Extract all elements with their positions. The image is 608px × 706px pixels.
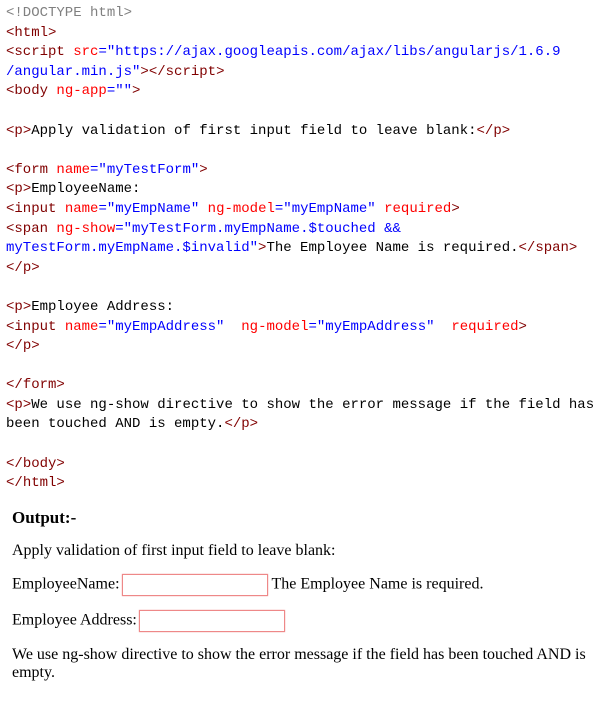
code-attr: name <box>48 162 90 178</box>
code-attr-val: ="myEmpAddress" <box>98 319 224 335</box>
code-tag-p: p <box>14 123 22 139</box>
output-heading: Output:- <box>12 508 598 528</box>
code-attr: ng-model <box>199 201 275 217</box>
code-tag-p: p <box>14 397 22 413</box>
code-tag-form: form <box>23 377 57 393</box>
code-token: </ <box>224 416 241 432</box>
code-token: </ <box>477 123 494 139</box>
output-paragraph-intro: Apply validation of first input field to… <box>12 542 598 560</box>
code-token: > <box>132 83 140 99</box>
code-text: The Employee Name is required. <box>266 240 518 256</box>
code-token: > <box>250 416 258 432</box>
code-token: > <box>23 181 31 197</box>
code-tag-span: span <box>535 240 569 256</box>
code-token: </ <box>6 475 23 491</box>
code-tag-html: html <box>23 475 57 491</box>
code-tag-p: p <box>14 181 22 197</box>
code-attr: name <box>56 201 98 217</box>
code-attr: ng-model <box>224 319 308 335</box>
employee-address-row: Employee Address: <box>12 610 598 632</box>
code-attr-val: ="myEmpName" <box>98 201 199 217</box>
code-attr-val: ="myEmpName" <box>275 201 376 217</box>
code-token: </ <box>6 377 23 393</box>
code-token: > <box>31 338 39 354</box>
code-token: </ <box>6 456 23 472</box>
employee-name-row: EmployeeName: The Employee Name is requir… <box>12 574 598 596</box>
code-token: </ <box>6 260 23 276</box>
code-tag-input: input <box>14 201 56 217</box>
code-token: > <box>56 456 64 472</box>
code-token: > <box>48 25 56 41</box>
code-token: > <box>31 260 39 276</box>
code-tag-p: p <box>14 299 22 315</box>
code-text: Apply validation of first input field to… <box>31 123 476 139</box>
code-tag-p: p <box>23 338 31 354</box>
code-token: > <box>56 377 64 393</box>
code-attr-val: ="myEmpAddress" <box>308 319 434 335</box>
code-attr: src <box>65 44 99 60</box>
code-attr: ng-show <box>48 221 115 237</box>
code-tag-body: body <box>23 456 57 472</box>
code-text: We use ng-show directive to show the err… <box>6 397 603 433</box>
code-token: ></ <box>140 64 165 80</box>
code-token: > <box>23 397 31 413</box>
code-tag-script: script <box>166 64 216 80</box>
code-tag-p: p <box>23 260 31 276</box>
code-token: > <box>56 475 64 491</box>
code-tag-body: body <box>14 83 48 99</box>
code-attr-val: ="https://ajax.googleapis.com/ajax/libs/… <box>98 44 560 60</box>
code-tag-p: p <box>241 416 249 432</box>
code-attr-val: myTestForm.myEmpName.$invalid" <box>6 240 258 256</box>
code-token: > <box>502 123 510 139</box>
code-token: > <box>23 299 31 315</box>
code-tag-p: p <box>493 123 501 139</box>
output-section: Output:- Apply validation of first input… <box>0 508 608 706</box>
code-tag-form: form <box>14 162 48 178</box>
code-token: > <box>23 123 31 139</box>
employee-address-input[interactable] <box>139 610 285 632</box>
employee-name-error: The Employee Name is required. <box>272 576 484 593</box>
code-tag-input: input <box>14 319 56 335</box>
code-doctype: <!DOCTYPE html> <box>6 5 132 21</box>
code-block: <!DOCTYPE html> <html> <script src="http… <box>0 0 608 502</box>
code-attr-val: /angular.min.js" <box>6 64 140 80</box>
code-tag-script: script <box>14 44 64 60</box>
code-token: </ <box>6 338 23 354</box>
code-token: > <box>216 64 224 80</box>
code-attr-val: ="myTestForm.myEmpName.$touched && <box>115 221 409 237</box>
employee-name-input[interactable] <box>122 574 268 596</box>
employee-address-label: Employee Address: <box>12 612 137 629</box>
code-token: </ <box>519 240 536 256</box>
code-token: > <box>199 162 207 178</box>
code-attr: ng-app <box>48 83 107 99</box>
code-attr: required <box>376 201 452 217</box>
code-attr-val: ="" <box>107 83 132 99</box>
code-text: EmployeeName: <box>31 181 140 197</box>
code-text: Employee Address: <box>31 299 174 315</box>
employee-name-label: EmployeeName: <box>12 576 120 593</box>
code-token: > <box>451 201 459 217</box>
code-token: > <box>569 240 577 256</box>
output-paragraph-footer: We use ng-show directive to show the err… <box>12 646 598 682</box>
code-attr: required <box>435 319 519 335</box>
code-attr-val: ="myTestForm" <box>90 162 199 178</box>
code-tag-html: html <box>14 25 48 41</box>
code-token: > <box>519 319 527 335</box>
code-tag-span: span <box>14 221 48 237</box>
code-attr: name <box>56 319 98 335</box>
